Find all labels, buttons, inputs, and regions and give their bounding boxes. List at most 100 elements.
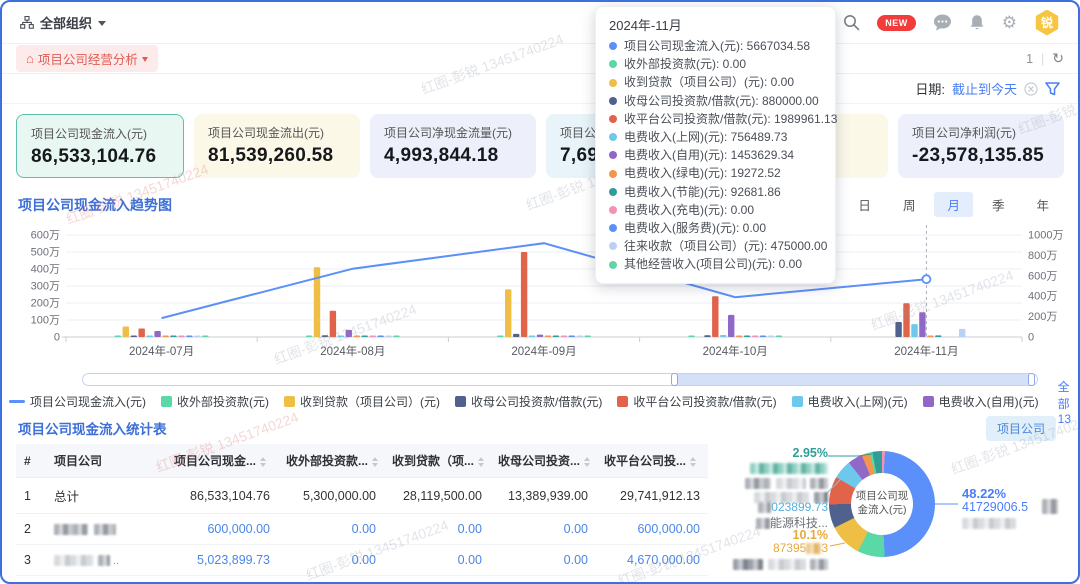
table-row[interactable]: 1总计86,533,104.765,300,000.0028,119,500.0… xyxy=(16,478,708,514)
donut-panel: 项目公司 项目公司现金流入(元) 2.95% 023899.73 能源科技...… xyxy=(706,414,1064,572)
sort-caret-icon[interactable] xyxy=(584,457,590,467)
tab-bar: ⌂ 项目公司经营分析 1 | ↻ xyxy=(2,44,1078,74)
kpi-card-cash-inflow[interactable]: 项目公司现金流入(元) 86,533,104.76 xyxy=(16,114,184,178)
legend-item[interactable]: 电费收入(自用)(元) xyxy=(923,393,1039,410)
table-row[interactable]: 3 ..5,023,899.730.000.000.004,670,000.00 xyxy=(16,545,708,576)
kpi-value: 86,533,104.76 xyxy=(31,146,169,168)
svg-text:300万: 300万 xyxy=(31,281,60,293)
svg-text:0: 0 xyxy=(54,332,60,344)
bell-icon[interactable] xyxy=(969,14,985,31)
kpi-cards-row: 项目公司现金流入(元) 86,533,104.76 项目公司现金流出(元) 81… xyxy=(2,104,1078,188)
period-tab-month[interactable]: 月 xyxy=(934,192,973,217)
kpi-value: 4,993,844.18 xyxy=(384,145,522,167)
donut-label-blue-pct: 48.22% xyxy=(962,486,1006,501)
kpi-value: -23,578,135.85 xyxy=(912,145,1050,167)
org-selector-label: 全部组织 xyxy=(40,13,92,32)
trend-chart-wrap: 600万500万400万300万200万100万01000万800万600万40… xyxy=(2,217,1078,414)
page-number: 1 xyxy=(1026,52,1033,66)
sort-caret-icon[interactable] xyxy=(690,457,696,467)
svg-text:600万: 600万 xyxy=(1028,270,1057,282)
avatar-text: 锐 xyxy=(1041,14,1053,31)
table-title: 项目公司现金流入统计表 xyxy=(18,418,700,438)
refresh-icon[interactable]: ↻ xyxy=(1052,50,1064,67)
series-color-dot xyxy=(609,97,617,105)
svg-text:100万: 100万 xyxy=(31,315,60,327)
chart-tooltip: 2024年-11月 项目公司现金流入(元): 5667034.58收外部投资款(… xyxy=(595,6,836,284)
sort-caret-icon[interactable] xyxy=(260,457,266,467)
kpi-card-cash-outflow[interactable]: 项目公司现金流出(元) 81,539,260.58 xyxy=(194,114,360,178)
donut-label-yellow-value: 873953 xyxy=(710,541,828,555)
kpi-label: 项目公司现金流出(元) xyxy=(208,124,346,141)
trend-chart[interactable]: 600万500万400万300万200万100万01000万800万600万40… xyxy=(18,217,1062,372)
series-color-dot xyxy=(609,206,617,214)
table-row[interactable]: 2600,000.000.000.000.00600,000.00 xyxy=(16,514,708,545)
search-icon[interactable] xyxy=(843,14,860,31)
column-header[interactable]: 收到贷款（项... xyxy=(384,444,490,478)
column-header[interactable]: 收母公司投资... xyxy=(490,444,596,478)
legend-item[interactable]: 收到贷款（项目公司）(元) xyxy=(284,393,440,410)
tooltip-item: 电费收入(自用)(元): 1453629.34 xyxy=(609,146,822,164)
kpi-label: 项目公司净利润(元) xyxy=(912,124,1050,141)
column-header[interactable]: 项目公司现金... xyxy=(166,444,278,478)
period-tab-quarter[interactable]: 季 xyxy=(979,192,1018,217)
legend-item[interactable]: 收外部投资款(元) xyxy=(161,393,269,410)
donut-label-teal-pct: 2.95% xyxy=(710,446,828,460)
kpi-card-net-cashflow[interactable]: 项目公司净现金流量(元) 4,993,844.18 xyxy=(370,114,536,178)
legend-item[interactable]: 电费收入(上网)(元) xyxy=(792,393,908,410)
gear-icon[interactable]: ⚙ xyxy=(1002,14,1017,31)
kpi-card-net-profit[interactable]: 项目公司净利润(元) -23,578,135.85 xyxy=(898,114,1064,178)
message-icon[interactable] xyxy=(933,14,952,31)
brush-handle-left[interactable] xyxy=(671,373,678,386)
tooltip-item: 收外部投资款(元): 0.00 xyxy=(609,55,822,73)
brush-handle-right[interactable] xyxy=(1028,373,1035,386)
chevron-down-icon xyxy=(142,57,148,62)
tab-project-analysis[interactable]: ⌂ 项目公司经营分析 xyxy=(16,45,158,72)
sort-caret-icon[interactable] xyxy=(372,457,378,467)
series-color-dot xyxy=(609,60,617,68)
legend-item[interactable]: 收平台公司投资款/借款(元) xyxy=(617,393,776,410)
series-color-dot xyxy=(609,224,617,232)
column-header[interactable]: 收外部投资款... xyxy=(278,444,384,478)
table-header-row: #项目公司项目公司现金...收外部投资款...收到贷款（项...收母公司投资..… xyxy=(16,444,708,478)
donut-label-lightblue-value: 023899.73 xyxy=(710,500,828,514)
company-cell: ... xyxy=(46,576,166,584)
series-color-dot xyxy=(609,79,617,87)
table-row[interactable]: 4 ...200,000.000.000.000.00200,000.00 xyxy=(16,576,708,584)
avatar[interactable]: 锐 xyxy=(1034,10,1060,36)
series-color-dot xyxy=(609,188,617,196)
svg-text:0: 0 xyxy=(1028,332,1034,344)
legend-item[interactable]: 收母公司投资款/借款(元) xyxy=(455,393,602,410)
column-header: 项目公司 xyxy=(46,444,166,478)
new-badge[interactable]: NEW xyxy=(877,15,916,31)
donut-label-company-censored xyxy=(1042,498,1058,516)
series-color-dot xyxy=(609,170,617,178)
kpi-value: 81,539,260.58 xyxy=(208,145,346,167)
filter-funnel-icon[interactable] xyxy=(1045,82,1060,96)
dashboard-page: 全部组织 案中心 NEW ⚙ 锐 ⌂ 项目公司经营分析 1 | ↻ 日期: 截止… xyxy=(0,0,1080,584)
legend-item[interactable]: 项目公司现金流入(元) xyxy=(9,393,146,410)
svg-text:400万: 400万 xyxy=(31,264,60,276)
org-selector[interactable]: 全部组织 xyxy=(20,13,106,32)
period-tab-day[interactable]: 日 xyxy=(845,192,884,217)
chart-legend: 项目公司现金流入(元)收外部投资款(元)收到贷款（项目公司）(元)收母公司投资款… xyxy=(18,389,1062,414)
clear-filter-icon[interactable] xyxy=(1024,82,1038,96)
series-color-dot xyxy=(609,42,617,50)
chevron-down-icon xyxy=(98,21,106,26)
brush-selection[interactable] xyxy=(674,374,1032,385)
date-filter-label: 日期: xyxy=(915,79,945,98)
svg-text:400万: 400万 xyxy=(1028,291,1057,303)
column-header[interactable]: 收平台公司投... xyxy=(596,444,708,478)
date-filter-value[interactable]: 截止到今天 xyxy=(952,79,1017,98)
tooltip-item: 收到贷款（项目公司）(元): 0.00 xyxy=(609,73,822,91)
donut-label-company-censored xyxy=(710,556,828,574)
chart-brush[interactable] xyxy=(82,373,1038,386)
tooltip-item: 电费收入(服务费)(元): 0.00 xyxy=(609,219,822,237)
period-tab-year[interactable]: 年 xyxy=(1023,192,1062,217)
donut-badge[interactable]: 项目公司 xyxy=(986,416,1056,441)
kpi-label: 项目公司现金流入(元) xyxy=(31,125,169,142)
sort-caret-icon[interactable] xyxy=(478,457,484,467)
period-tab-week[interactable]: 周 xyxy=(890,192,929,217)
series-color-dot xyxy=(609,151,617,159)
svg-text:2024年-10月: 2024年-10月 xyxy=(703,344,768,358)
tooltip-item: 收平台公司投资款/借款(元): 1989961.13 xyxy=(609,110,822,128)
